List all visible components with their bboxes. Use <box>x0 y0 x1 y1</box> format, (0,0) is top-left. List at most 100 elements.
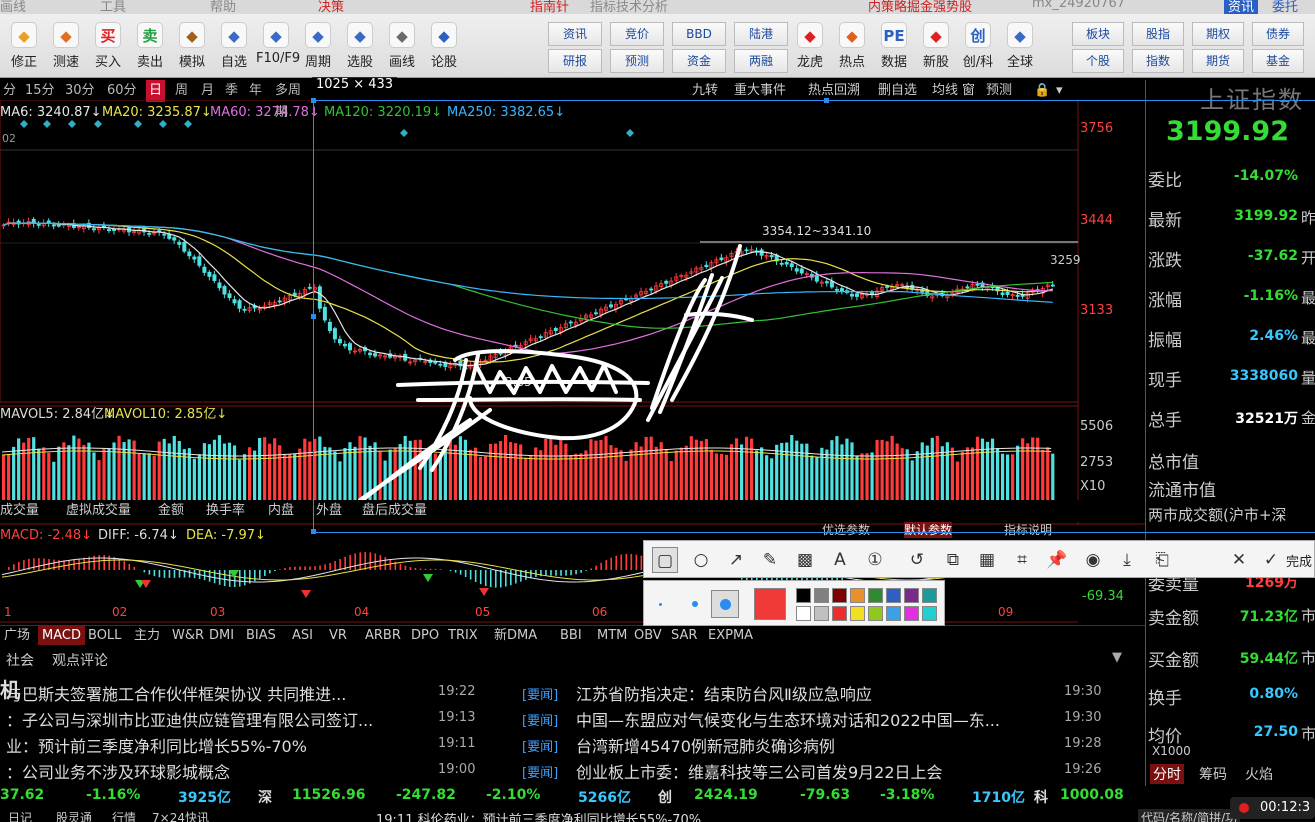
scroll-down-icon[interactable]: ▼ <box>1112 650 1122 665</box>
color-swatch[interactable] <box>868 588 883 603</box>
color-swatch[interactable] <box>832 606 847 621</box>
download-icon[interactable]: ⤓ <box>1114 547 1140 573</box>
undo-icon[interactable]: ↺ <box>904 547 930 573</box>
mini-tab[interactable]: 火焰 <box>1242 764 1276 784</box>
period-tab[interactable]: 周 <box>172 80 191 102</box>
indicator-tab[interactable]: BOLL <box>84 626 125 645</box>
toolbar-box-button[interactable]: 预测 <box>610 49 664 73</box>
indicator-tab[interactable]: ARBR <box>361 626 405 645</box>
toolbar-box-button[interactable]: 资金 <box>672 49 726 73</box>
period-tab[interactable]: 60分 <box>104 80 140 102</box>
recording-indicator[interactable]: 00:12:3 <box>1230 797 1315 819</box>
toolbar-button[interactable]: ◆ 周期 <box>298 18 338 74</box>
ocr-icon[interactable]: ⧉ <box>940 547 966 573</box>
search-hint[interactable]: 代码/名称/简拼/功 <box>1138 809 1241 822</box>
color-swatch[interactable] <box>922 606 937 621</box>
menu-item[interactable]: 决策 <box>318 0 344 14</box>
color-swatch[interactable] <box>814 588 829 603</box>
check-icon[interactable]: ✓ <box>1261 547 1281 573</box>
param-tab[interactable]: 默认参数 <box>904 522 953 538</box>
indicator-tab[interactable]: MTM <box>593 626 631 645</box>
indicator-tab[interactable]: MACD <box>38 626 85 645</box>
indicator-tab[interactable]: DPO <box>407 626 443 645</box>
rectangle-tool-icon[interactable]: ▢ <box>652 547 678 573</box>
menu-item[interactable]: 画线 <box>0 0 26 14</box>
scroll-news[interactable]: 19:11 科伦药业：预计前三季度净利同比增长55%-70% <box>376 809 701 822</box>
ticker-link[interactable]: 行情 <box>112 809 136 822</box>
ellipse-tool-icon[interactable]: ○ <box>688 547 714 573</box>
indicator-tab[interactable]: SAR <box>667 626 701 645</box>
color-swatch[interactable] <box>832 588 847 603</box>
chart-tool-tab[interactable]: 窗 <box>962 80 975 102</box>
volume-tab[interactable]: 外盘 <box>316 500 342 522</box>
color-swatch[interactable] <box>922 588 937 603</box>
period-tab[interactable]: 季 <box>222 80 241 102</box>
news-headline[interactable]: 创业板上市委：维嘉科技等三公司首发9月22日上会 <box>576 759 943 783</box>
bookmark-icon[interactable]: ⎗ <box>1149 547 1175 573</box>
volume-tab[interactable]: 内盘 <box>268 500 294 522</box>
toolbar-button[interactable]: 卖卖出 <box>130 18 170 74</box>
color-swatch[interactable] <box>850 606 865 621</box>
toolbar-box-button[interactable]: 债券 <box>1252 22 1304 46</box>
indicator-tab[interactable]: OBV <box>630 626 666 645</box>
news-headline[interactable]: 台湾新增45470例新冠肺炎确诊病例 <box>576 733 835 757</box>
volume-tab[interactable]: 换手率 <box>206 500 245 522</box>
period-tab[interactable]: 年 <box>246 80 265 102</box>
indicator-tab[interactable]: DMI <box>205 626 238 645</box>
menu-item[interactable]: 工具 <box>100 0 126 14</box>
news-headline[interactable]: 中国—东盟应对气候变化与生态环境对话和2022中国—东... <box>576 707 1000 731</box>
news-tab-opinion[interactable]: 观点评论 <box>52 650 108 670</box>
volume-tab[interactable]: 成交量 <box>0 500 39 522</box>
toolbar-button[interactable]: ◆ 新股 <box>916 18 956 74</box>
color-swatch[interactable] <box>904 606 919 621</box>
color-swatch[interactable] <box>868 606 883 621</box>
size-small-icon[interactable] <box>659 603 662 606</box>
volume-tab[interactable]: 虚拟成交量 <box>66 500 131 522</box>
ticker-link[interactable]: 日记 <box>8 809 32 822</box>
menu-item[interactable]: 帮助 <box>210 0 236 14</box>
ticker-link[interactable]: 股灵通 <box>56 809 92 822</box>
toolbar-box-button[interactable]: 研报 <box>548 49 602 73</box>
color-swatch[interactable] <box>814 606 829 621</box>
news-tab-society[interactable]: 社会 <box>6 650 34 670</box>
pin-icon[interactable]: 📌 <box>1044 547 1070 573</box>
mosaic-tool-icon[interactable]: ▩ <box>792 547 818 573</box>
toolbar-button[interactable]: ◆ 全球 <box>1000 18 1040 74</box>
indicator-tab[interactable]: 广场 <box>0 626 34 645</box>
text-tool-icon[interactable]: A <box>827 547 853 573</box>
toolbar-button[interactable]: PE 数据 <box>874 18 914 74</box>
color-swatch[interactable] <box>796 588 811 603</box>
indicator-tab[interactable]: W&R <box>168 626 208 645</box>
toolbar-box-button[interactable]: 陆港 <box>734 22 788 46</box>
indicator-tab[interactable]: 新DMA <box>490 626 541 645</box>
done-button[interactable]: 完成 <box>1286 551 1312 570</box>
chart-tool-tab[interactable]: 重大事件 <box>734 80 786 102</box>
news-headline[interactable]: ：子公司与深圳市比亚迪供应链管理有限公司签订... <box>6 707 373 731</box>
toolbar-button[interactable]: 买买入 <box>88 18 128 74</box>
period-tab[interactable]: 15分 <box>22 80 58 102</box>
toolbar-box-button[interactable]: 基金 <box>1252 49 1304 73</box>
period-tab[interactable]: 月 <box>198 80 217 102</box>
toolbar-button[interactable]: ◆ 修正 <box>4 18 44 74</box>
news-headline[interactable]: 与巴斯夫签署施工合作伙伴框架协议 共同推进... <box>6 681 346 705</box>
toolbar-button[interactable]: ◆ 自选 <box>214 18 254 74</box>
record-icon[interactable]: ◉ <box>1080 547 1106 573</box>
mini-tab[interactable]: 筹码 <box>1196 764 1230 784</box>
indicator-tab[interactable]: ASI <box>288 626 317 645</box>
news-button[interactable]: 资讯 <box>1224 0 1259 14</box>
chart-tool-tab[interactable]: 九转 <box>692 80 718 102</box>
param-tab[interactable]: 优选参数 <box>822 522 870 538</box>
trade-button[interactable]: 委托 <box>1272 0 1298 14</box>
toolbar-box-button[interactable]: 指数 <box>1132 49 1184 73</box>
toolbar-button[interactable]: ◆ 龙虎 <box>790 18 830 74</box>
chevron-down-icon[interactable]: ▾ <box>1056 80 1063 102</box>
number-tool-icon[interactable]: ① <box>862 547 888 573</box>
lock-icon[interactable]: 🔒 <box>1034 80 1050 102</box>
volume-tab[interactable]: 金额 <box>158 500 184 522</box>
toolbar-box-button[interactable]: 股指 <box>1132 22 1184 46</box>
indicator-tab[interactable]: VR <box>325 626 351 645</box>
chart-tool-tab[interactable]: 删自选 <box>878 80 917 102</box>
color-swatch[interactable] <box>850 588 865 603</box>
toolbar-box-button[interactable]: 个股 <box>1072 49 1124 73</box>
period-tab[interactable]: 日 <box>146 80 166 102</box>
